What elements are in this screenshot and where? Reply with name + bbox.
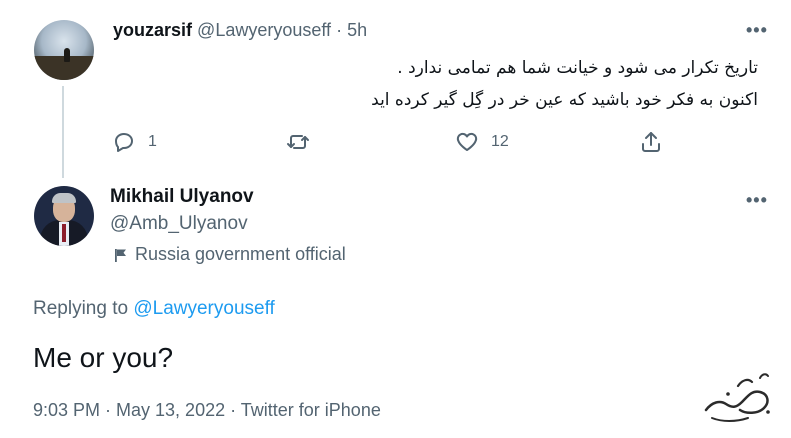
share-button[interactable] [639,130,663,154]
header-separator: · [331,20,348,40]
main-display-name[interactable]: Mikhail Ulyanov [110,186,254,208]
like-count: 12 [491,133,509,150]
avatar-youzarsif[interactable] [34,20,94,80]
parent-text-line-2: اکنون به فکر خود باشید که عین خر در گِل … [371,90,758,110]
parent-tweet-actions: 1 12 [0,130,791,158]
main-handle[interactable]: @Amb_Ulyanov [110,213,248,235]
government-label-text: Russia government official [135,244,346,264]
avatar-mikhail-ulyanov[interactable] [34,186,94,246]
parent-text-line-1: تاریخ تکرار می شود و خیانت شما هم تمامی … [397,58,758,78]
reply-count: 1 [148,133,157,150]
main-tweet-text: Me or you? [33,342,174,373]
watermark-logo [704,373,770,422]
reply-button[interactable]: 1 [112,130,157,154]
replying-mention-link[interactable]: @Lawyeryouseff [133,298,274,319]
flag-icon [115,248,126,262]
more-icon[interactable]: ••• [746,190,768,211]
replying-to: Replying to @Lawyeryouseff [33,298,275,320]
replying-prefix: Replying to [33,298,134,319]
parent-handle[interactable]: @Lawyeryouseff [197,20,331,40]
retweet-icon [287,135,309,149]
parent-tweet-text: تاریخ تکرار می شود و خیانت شما هم تمامی … [371,52,758,116]
more-icon[interactable]: ••• [746,20,768,41]
parent-time-ago[interactable]: 5h [347,20,367,40]
reply-icon [115,133,133,152]
retweet-button[interactable] [286,130,322,154]
share-icon [642,132,660,152]
parent-tweet-header: youzarsif @Lawyeryouseff · 5h [113,20,367,41]
like-icon [456,132,478,151]
like-button[interactable]: 12 [455,130,509,154]
parent-display-name[interactable]: youzarsif [113,20,192,40]
government-label[interactable]: Russia government official [113,244,346,265]
tweet-timestamp[interactable]: 9:03 PM · May 13, 2022 · Twitter for iPh… [33,400,381,421]
